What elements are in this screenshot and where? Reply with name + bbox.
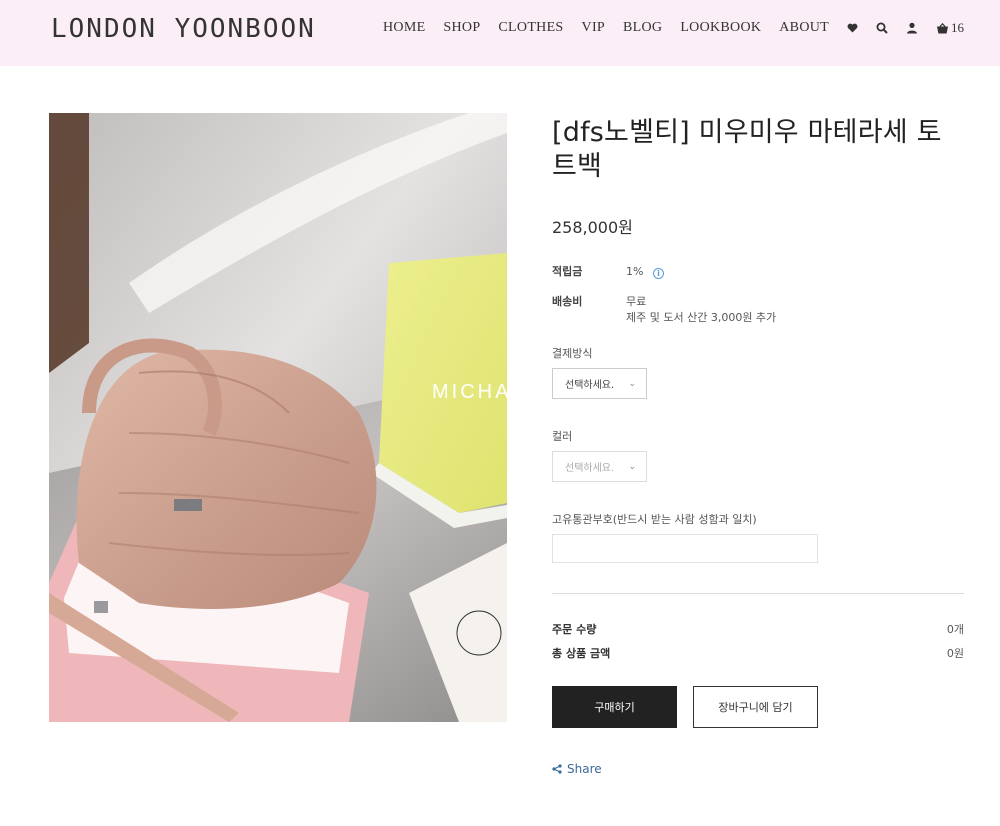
customs-label: 고유통관부호(반드시 받는 사람 성함과 일치) — [552, 513, 757, 526]
nav-blog[interactable]: BLOG — [623, 20, 662, 36]
quantity-value: 0개 — [946, 623, 964, 636]
quantity-label: 주문 수량 — [552, 623, 597, 636]
customs-option: 고유통관부호(반드시 받는 사람 성함과 일치) — [552, 511, 964, 563]
color-select[interactable]: 선택하세요. ⌄ — [552, 451, 647, 482]
nav-home[interactable]: HOME — [383, 20, 425, 36]
quantity-row: 주문 수량 0개 — [552, 623, 964, 637]
payment-label: 결제방식 — [552, 347, 593, 360]
nav-vip[interactable]: VIP — [582, 20, 605, 36]
product-title: [dfs노벨티] 미우미우 마테라세 토트백 — [552, 117, 942, 182]
share-link[interactable]: Share — [552, 762, 964, 776]
info-icon[interactable]: i — [652, 268, 664, 279]
heart-icon[interactable] — [847, 23, 858, 33]
chevron-down-icon: ⌄ — [628, 378, 636, 389]
total-label: 총 상품 금액 — [552, 647, 611, 660]
share-label: Share — [567, 762, 602, 776]
color-option: 컬러 선택하세요. ⌄ — [552, 428, 964, 482]
bag-brand-text: MICHA — [432, 381, 507, 403]
product-image[interactable]: MICHA — [49, 113, 507, 722]
shipping-value: 무료 제주 및 도서 산간 3,000원 추가 — [626, 294, 776, 326]
total-value: 0원 — [946, 647, 964, 660]
chevron-down-icon: ⌄ — [628, 461, 636, 472]
points-row: 적립금 1% i — [552, 264, 964, 280]
action-buttons: 구매하기 장바구니에 담기 — [552, 686, 964, 728]
nav-about[interactable]: ABOUT — [779, 20, 829, 36]
add-to-cart-button[interactable]: 장바구니에 담기 — [693, 686, 818, 728]
shipping-label: 배송비 — [552, 295, 583, 308]
site-logo[interactable]: LONDON YOONBOON — [51, 14, 316, 44]
color-select-value: 선택하세요. — [565, 463, 615, 474]
buy-button[interactable]: 구매하기 — [552, 686, 677, 728]
product-meta: 적립금 1% i 배송비 무료 제주 및 도서 산간 3,000원 추가 — [552, 264, 964, 326]
points-value: 1% i — [626, 264, 664, 280]
share-icon — [552, 764, 562, 774]
payment-select[interactable]: 선택하세요. ⌄ — [552, 368, 647, 399]
site-header: LONDON YOONBOON HOME SHOP CLOTHES VIP BL… — [0, 0, 1000, 66]
nav-shop[interactable]: SHOP — [443, 20, 480, 36]
divider — [552, 593, 964, 594]
shipping-fee: 무료 — [626, 295, 647, 308]
customs-code-input[interactable] — [552, 534, 818, 563]
shipping-row: 배송비 무료 제주 및 도서 산간 3,000원 추가 — [552, 294, 964, 326]
product-price: 258,000원 — [552, 218, 633, 237]
nav-clothes[interactable]: CLOTHES — [498, 20, 563, 36]
shipping-note: 제주 및 도서 산간 3,000원 추가 — [626, 311, 777, 324]
cart-icon[interactable]: 16 — [936, 20, 964, 36]
order-summary: 주문 수량 0개 총 상품 금액 0원 — [552, 623, 964, 661]
points-value-text: 1% — [626, 265, 644, 278]
points-label: 적립금 — [552, 265, 583, 278]
main-nav: HOME SHOP CLOTHES VIP BLOG LOOKBOOK ABOU… — [383, 20, 964, 36]
user-icon[interactable] — [906, 22, 918, 34]
color-label: 컬러 — [552, 430, 573, 443]
cart-count: 16 — [951, 20, 964, 35]
payment-select-value: 선택하세요. — [565, 380, 615, 391]
search-icon[interactable] — [876, 22, 888, 34]
payment-option: 결제방식 선택하세요. ⌄ — [552, 345, 964, 399]
total-row: 총 상품 금액 0원 — [552, 647, 964, 661]
product-info: [dfs노벨티] 미우미우 마테라세 토트백 258,000원 적립금 1% i… — [552, 116, 964, 776]
nav-lookbook[interactable]: LOOKBOOK — [680, 20, 761, 36]
